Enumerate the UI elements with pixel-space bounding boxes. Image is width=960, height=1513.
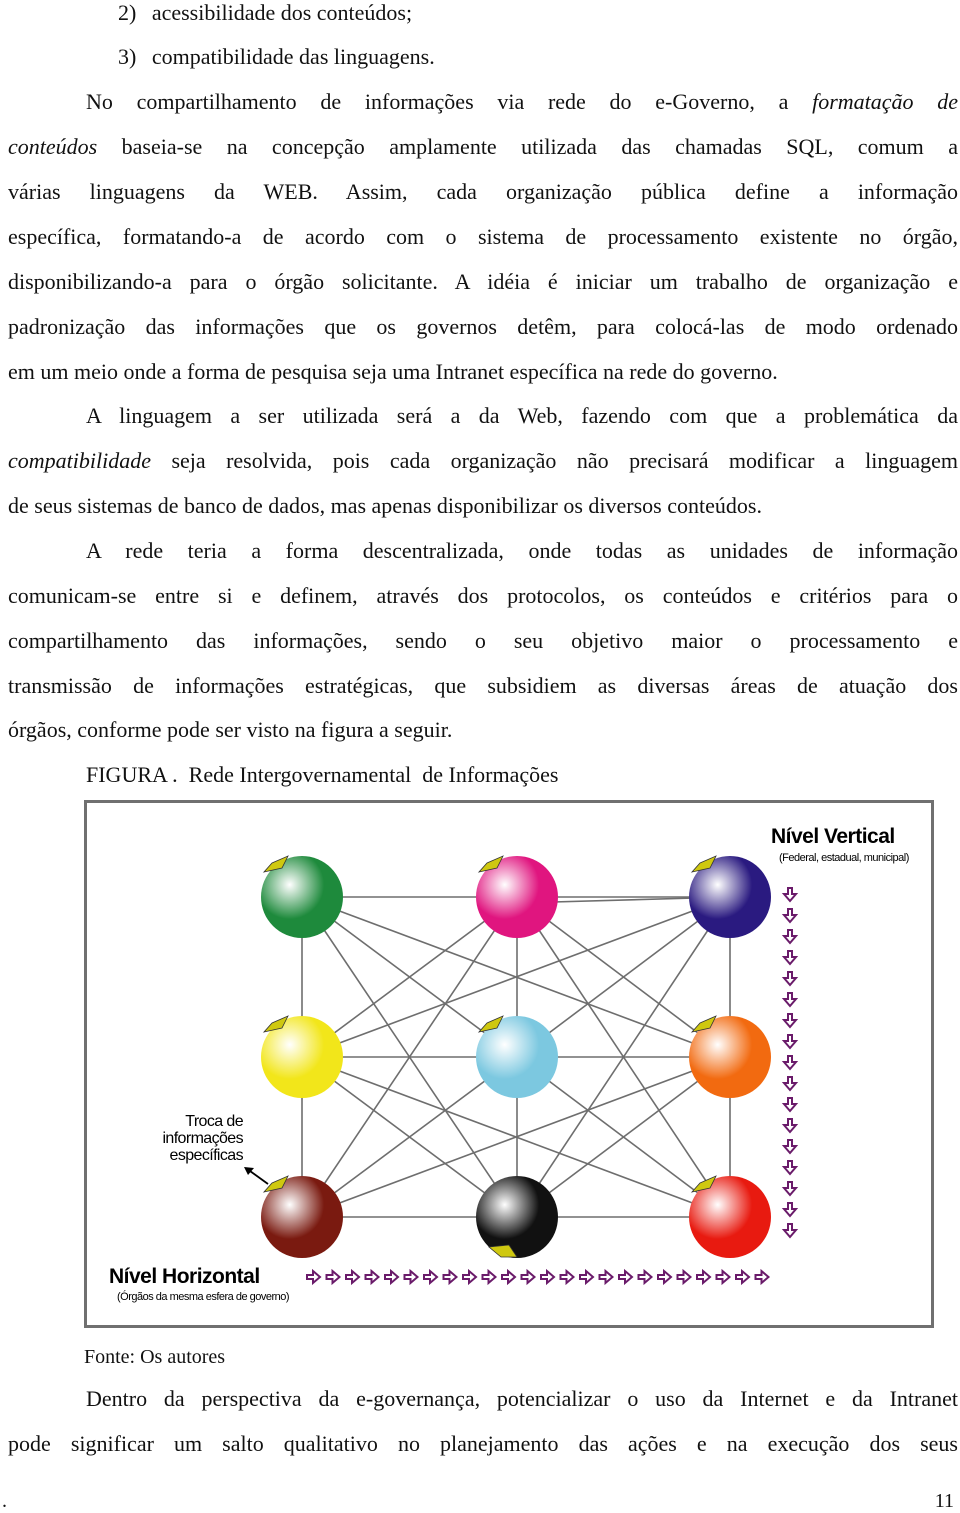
right-arrow-icon <box>579 1268 595 1286</box>
down-arrow-icon <box>781 1097 799 1113</box>
paragraph-1-line-1: No compartilhamento de informações via r… <box>86 89 958 115</box>
network-figure: Nível Vertical (Federal, estadual, munic… <box>84 800 934 1328</box>
right-arrow-icon <box>501 1268 517 1286</box>
right-arrow-icon <box>676 1268 693 1286</box>
down-arrow-icon <box>781 908 799 924</box>
down-arrow-icon <box>781 1013 799 1029</box>
node-black <box>476 1176 558 1258</box>
down-arrow-icon <box>781 950 799 966</box>
down-arrow-icon <box>781 1076 799 1092</box>
down-arrow-icon <box>781 1118 799 1134</box>
list-item-3: 3) compatibilidade das linguagens. <box>118 44 435 70</box>
list-item-2: 2) acessibilidade dos conteúdos; <box>118 0 412 26</box>
paragraph-3-line-1: A rede teria a forma descentralizada, on… <box>86 538 958 563</box>
down-arrow-icon <box>781 887 799 903</box>
paragraph-1-line-4: específica, formatando-a de acordo com o… <box>8 224 958 249</box>
paragraph-2-line-3: de seus sistemas de banco de dados, mas … <box>8 493 762 518</box>
right-arrow-icon <box>364 1268 381 1286</box>
network-diagram <box>244 855 799 1286</box>
paragraph-1-line-2: conteúdos baseia-se na concepção amplame… <box>8 134 958 160</box>
right-arrow-icon <box>306 1268 322 1286</box>
figure-source: Fonte: Os autores <box>84 1346 226 1368</box>
annotation-line: informações <box>162 1130 243 1147</box>
right-arrow-icon <box>384 1268 400 1286</box>
exchange-annotation: Troca de informações específicas <box>139 1113 243 1164</box>
right-arrow-icon <box>598 1268 615 1286</box>
text: No compartilhamento de informações via r… <box>86 89 813 114</box>
right-arrow-icon <box>696 1268 712 1286</box>
right-arrow-icon <box>423 1268 439 1286</box>
italic-term: compatibilidade <box>8 448 151 473</box>
right-arrow-icon <box>520 1268 537 1286</box>
paragraph-1-line-6: padronização das informações que os gove… <box>8 314 958 339</box>
down-arrow-icon <box>781 1055 799 1071</box>
list-text: acessibilidade dos conteúdos; <box>151 0 413 25</box>
paragraph-2-line-2: compatibilidade seja resolvida, pois cad… <box>8 448 958 474</box>
horizontal-level-title: Nível Horizontal <box>109 1265 260 1288</box>
right-arrow-icon <box>540 1268 556 1286</box>
down-arrow-icon <box>781 1139 799 1155</box>
paragraph-3-line-3: compartilhamento das informações, sendo … <box>8 628 958 653</box>
paragraph-4-line-1: Dentro da perspectiva da e-governança, p… <box>86 1386 958 1411</box>
horizontal-level-subtitle: (Órgãos da mesma esfera de governo) <box>117 1291 290 1303</box>
right-arrow-icon <box>559 1268 576 1286</box>
down-arrow-icon <box>781 1223 799 1239</box>
down-arrow-icon <box>781 992 799 1008</box>
list-number: 2) <box>118 0 137 25</box>
paragraph-1-line-7: em um meio onde a forma de pesquisa seja… <box>8 359 778 384</box>
page-number: 11 <box>934 1490 954 1512</box>
right-arrow-icon <box>345 1268 361 1286</box>
paragraph-1-line-5: disponibilizando-a para o órgão solicita… <box>8 269 958 294</box>
right-arrow-icon <box>462 1268 478 1286</box>
right-arrow-icon <box>735 1268 751 1286</box>
down-arrow-icon <box>781 1034 799 1050</box>
figure-caption: FIGURA . Rede Intergovernamental de Info… <box>86 762 559 787</box>
right-arrow-icon <box>481 1268 498 1286</box>
paragraph-2-line-1: A linguagem a ser utilizada será a da We… <box>86 403 958 428</box>
right-arrow-icon <box>403 1268 420 1286</box>
paragraph-3-line-5: órgãos, conforme pode ser visto na figur… <box>8 717 453 742</box>
down-arrow-icon <box>781 971 799 987</box>
vertical-level-subtitle: (Federal, estadual, municipal) <box>779 852 909 864</box>
right-arrow-icon <box>637 1268 654 1286</box>
text: baseia-se na concepção amplamente utiliz… <box>97 134 958 159</box>
down-arrow-icon <box>781 1181 799 1197</box>
down-arrow-icon <box>781 1202 799 1218</box>
right-arrow-icon <box>618 1268 634 1286</box>
list-text: compatibilidade das linguagens. <box>151 44 435 69</box>
right-arrow-icon <box>657 1268 673 1286</box>
paragraph-4-line-2: pode significar um salto qualitativo no … <box>8 1431 958 1456</box>
italic-term: formatação de <box>812 89 959 114</box>
annotation-line: específicas <box>169 1147 244 1164</box>
down-arrow-icon <box>781 929 799 945</box>
italic-term: conteúdos <box>8 134 98 159</box>
text: seja resolvida, pois cada organização nã… <box>150 448 958 473</box>
paragraph-1-line-3: várias linguagens da WEB. Assim, cada or… <box>8 179 958 204</box>
right-arrow-icon <box>715 1268 732 1286</box>
annotation-arrow-line <box>249 1170 269 1185</box>
list-number: 3) <box>118 44 137 69</box>
annotation-line: Troca de <box>185 1113 243 1130</box>
down-arrow-icon <box>781 1160 799 1176</box>
footer-dot: . <box>2 1490 7 1512</box>
right-arrow-icon <box>442 1268 459 1286</box>
paragraph-3-line-4: transmissão de informações estratégicas,… <box>8 673 958 698</box>
right-arrow-icon <box>325 1268 342 1286</box>
right-arrow-icon <box>754 1268 771 1286</box>
vertical-level-title: Nível Vertical <box>771 825 895 848</box>
paragraph-3-line-2: comunicam-se entre si e definem, através… <box>8 583 958 608</box>
